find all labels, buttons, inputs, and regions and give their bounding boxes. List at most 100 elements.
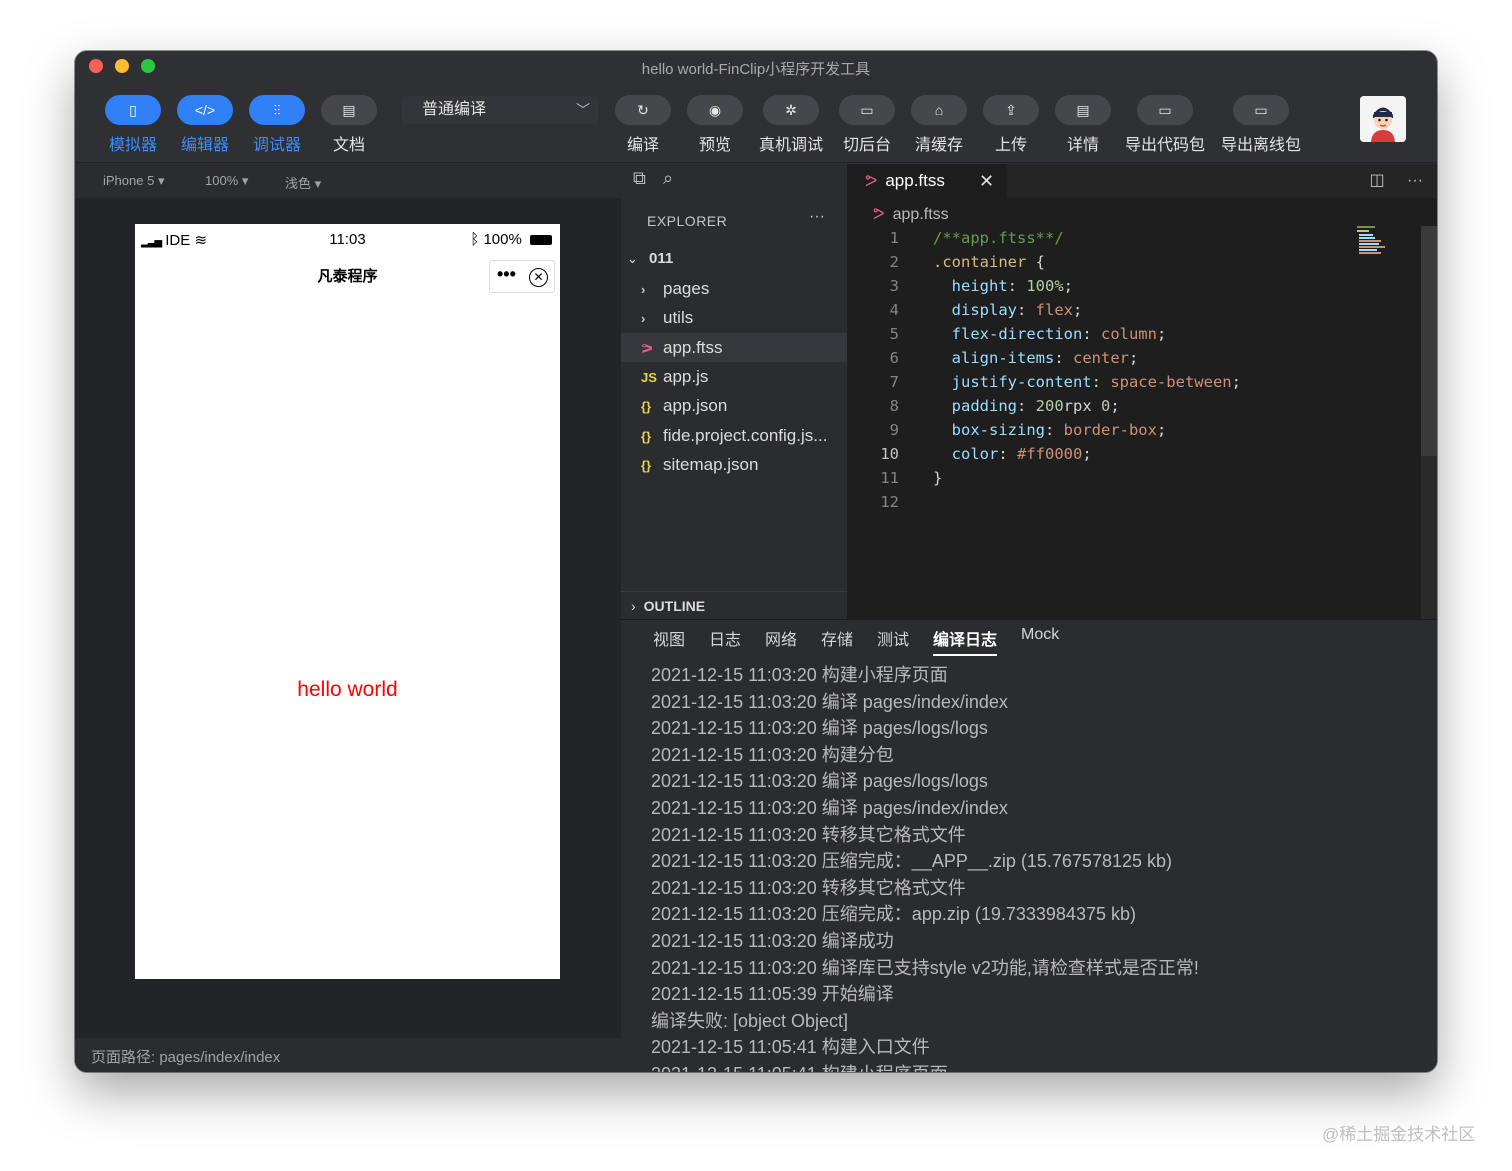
code-line[interactable]: 11} — [847, 466, 1437, 490]
toolbar-button-label: 调试器 — [252, 137, 301, 154]
tree-item-folder[interactable]: › utils — [621, 303, 847, 332]
toolbar-button-1[interactable]: </> 编辑器 — [175, 95, 235, 155]
editor-scrollbar[interactable] — [1421, 226, 1437, 619]
toolbar-action-4[interactable]: ⌂ 清缓存 — [909, 95, 969, 155]
toolbar-action-label: 导出代码包 — [1124, 137, 1205, 154]
toolbar-action-1[interactable]: ◉ 预览 — [685, 95, 745, 155]
outline-label: OUTLINE — [643, 598, 706, 614]
debug-tab[interactable]: 编译日志 — [933, 626, 998, 656]
code-text: /**app.ftss**/ — [933, 226, 1064, 250]
debug-tab[interactable]: Mock — [1021, 626, 1059, 644]
battery-label: 100% — [483, 231, 522, 248]
code-line[interactable]: 6 align-items: center; — [847, 346, 1437, 370]
tree-item-json[interactable]: {} fide.project.config.js... — [621, 421, 847, 450]
bluetooth-icon: ᛒ — [470, 231, 480, 248]
debug-tab[interactable]: 网络 — [765, 626, 797, 650]
toolbar-action-6[interactable]: ▤ 详情 — [1053, 95, 1113, 155]
toolbar-button-0[interactable]: ▯ 模拟器 — [103, 95, 163, 155]
toolbar-action-label: 切后台 — [842, 137, 891, 154]
toolbar-button-2[interactable]: ⫶⫶ 调试器 — [247, 95, 307, 155]
split-editor-icon[interactable]: ◫ — [1369, 172, 1384, 189]
explorer-more-button[interactable]: ··· — [809, 208, 825, 226]
code-token: } — [933, 469, 943, 487]
code-line[interactable]: 5 flex-direction: column; — [847, 322, 1437, 346]
document-icon: ▤ — [321, 95, 377, 125]
explorer-toolbar: ⧉ ⌕ — [621, 164, 847, 198]
log-line: 2021-12-15 11:03:20 压缩完成：app.zip (19.733… — [651, 904, 1136, 925]
code-token: flex — [1035, 301, 1073, 319]
code-token: justify-content — [933, 373, 1092, 391]
toolbar-action-8[interactable]: ▭ 导出离线包 — [1218, 95, 1304, 155]
code-token: border-box — [1063, 421, 1157, 439]
simulator-panel: iPhone 5 ▾ 100% ▾ 浅色 ▾ ▂▃▅ IDE ≋ 11:03 ᛒ… — [75, 164, 621, 1072]
minimap[interactable] — [1357, 226, 1417, 256]
code-text: flex-direction: column; — [933, 322, 1167, 346]
avatar[interactable] — [1360, 96, 1406, 142]
code-token: 200 — [1035, 397, 1064, 415]
debug-tab[interactable]: 存储 — [821, 626, 853, 650]
code-line[interactable]: 4 display: flex; — [847, 298, 1437, 322]
code-line[interactable]: 1 /**app.ftss**/ — [847, 226, 1437, 250]
toolbar-button-label: 编辑器 — [180, 137, 229, 154]
debug-tab[interactable]: 视图 — [653, 626, 685, 650]
zoom-value: 100% — [205, 173, 239, 188]
toolbar-action-label: 详情 — [1066, 137, 1099, 154]
debug-tab[interactable]: 日志 — [709, 626, 741, 650]
code-token: : — [1017, 397, 1036, 415]
breadcrumb[interactable]: ᕗ app.ftss — [873, 204, 949, 224]
tree-item-ftss[interactable]: ᕗ app.ftss — [621, 332, 847, 362]
log-line: 2021-12-15 11:03:20 转移其它格式文件 — [651, 877, 966, 898]
more-actions-icon[interactable]: ··· — [1407, 172, 1423, 189]
code-editor[interactable]: ᕗ app.ftss ✕ ◫ ··· ᕗ app.ftss 1/**app.ftss… — [847, 164, 1437, 619]
chevron-right-icon: › — [631, 598, 636, 614]
theme-select[interactable]: 浅色 ▾ — [285, 173, 321, 192]
sliders-icon: ⫶⫶ — [249, 95, 305, 125]
phone-screen[interactable]: ▂▃▅ IDE ≋ 11:03 ᛒ 100% 凡泰程序 ••• ✕ hello … — [135, 224, 560, 979]
outline-section[interactable]: › OUTLINE — [621, 591, 847, 619]
line-number: 6 — [889, 349, 899, 367]
upload-icon: ⇪ — [983, 95, 1039, 125]
code-text: height: 100%; — [933, 274, 1073, 298]
debug-tab[interactable]: 测试 — [877, 626, 909, 650]
code-text: padding: 200rpx 0; — [933, 394, 1120, 418]
scrollbar-thumb[interactable] — [1421, 226, 1437, 456]
device-select[interactable]: iPhone 5 ▾ — [103, 173, 164, 189]
files-icon[interactable]: ⧉ — [633, 168, 646, 189]
json-file-icon: {} — [641, 428, 652, 444]
simulator-toolbar: iPhone 5 ▾ 100% ▾ 浅色 ▾ — [75, 164, 621, 198]
tree-item-folder[interactable]: › pages — [621, 274, 847, 303]
toolbar-action-3[interactable]: ▭ 切后台 — [837, 95, 897, 155]
capsule-menu: ••• ✕ — [489, 260, 555, 293]
editor-tab-app-ftss[interactable]: ᕗ app.ftss ✕ — [847, 164, 1007, 198]
zoom-select[interactable]: 100% ▾ — [205, 173, 248, 189]
tree-item-json[interactable]: {} app.json — [621, 391, 847, 420]
battery-icon — [530, 235, 552, 246]
tree-item-js[interactable]: JS app.js — [621, 362, 847, 391]
code-line[interactable]: 7 justify-content: space-between; — [847, 370, 1437, 394]
code-line[interactable]: 9 box-sizing: border-box; — [847, 418, 1437, 442]
code-line[interactable]: 12 — [847, 490, 1437, 514]
tree-root[interactable]: ⌄ 011 — [621, 244, 847, 273]
code-line[interactable]: 3 height: 100%; — [847, 274, 1437, 298]
toolbar-action-0[interactable]: ↻ 编译 — [613, 95, 673, 155]
search-icon[interactable]: ⌕ — [663, 168, 673, 189]
tree-item-json[interactable]: {} sitemap.json — [621, 450, 847, 479]
tree-item-label: pages — [663, 279, 710, 298]
compile-log[interactable]: 2021-12-15 11:03:20 构建小程序页面 2021-12-15 11… — [651, 662, 1437, 1072]
code-token: : — [1054, 349, 1073, 367]
code-line[interactable]: 8 padding: 200rpx 0; — [847, 394, 1437, 418]
compile-mode-select[interactable]: 普通编译 ﹀ — [402, 96, 598, 124]
code-token: column — [1100, 325, 1157, 343]
compile-mode-value: 普通编译 — [422, 101, 487, 118]
toolbar-action-5[interactable]: ⇪ 上传 — [981, 95, 1041, 155]
code-line[interactable]: 2 .container { — [847, 250, 1437, 274]
code-token: : — [1007, 277, 1027, 295]
close-icon[interactable]: ✕ — [529, 268, 548, 287]
toolbar-action-2[interactable]: ✲ 真机调试 — [748, 95, 834, 155]
toolbar-action-7[interactable]: ▭ 导出代码包 — [1122, 95, 1208, 155]
close-tab-icon[interactable]: ✕ — [979, 164, 994, 198]
more-icon[interactable]: ••• — [497, 264, 516, 285]
line-number: 2 — [889, 253, 899, 271]
code-line[interactable]: 10 color: #ff0000; — [847, 442, 1437, 466]
toolbar-button-3[interactable]: ▤ 文档 — [319, 95, 379, 155]
